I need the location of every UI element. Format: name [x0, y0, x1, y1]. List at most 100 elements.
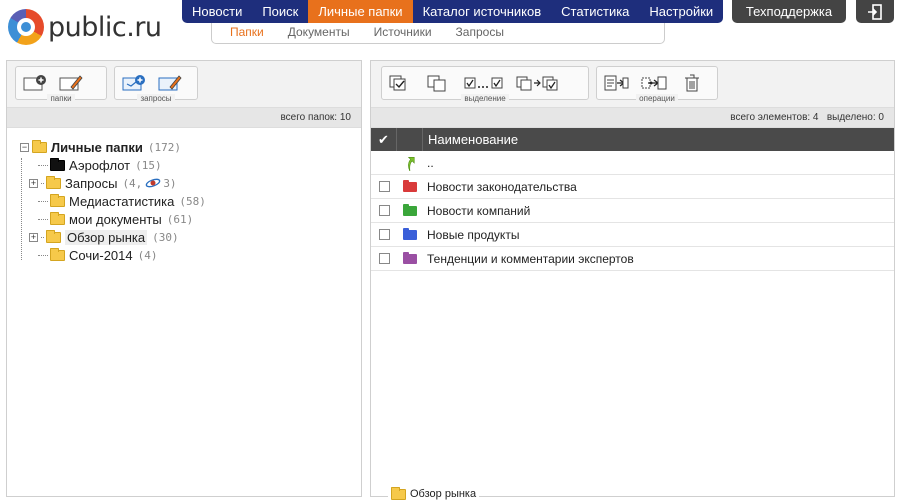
tree-item-count: (4)	[137, 248, 158, 262]
operations-group-label: операции	[636, 94, 678, 103]
folder-icon	[46, 175, 61, 189]
select-all-icon	[389, 75, 406, 91]
selection-group-label: выделение	[461, 94, 509, 103]
tree-item-label: мои документы	[69, 211, 162, 227]
folder-icon	[50, 193, 65, 207]
add-folder-icon	[23, 75, 46, 91]
copy-to-folder-button[interactable]	[603, 72, 629, 94]
tree-root-label: Личные папки	[51, 139, 143, 155]
add-query-button[interactable]	[121, 72, 147, 94]
row-label: Новости компаний	[427, 203, 531, 218]
subtab-folders[interactable]: Папки	[218, 23, 276, 43]
deselect-all-button[interactable]	[426, 72, 452, 94]
tree-item-label: Аэрофлот	[69, 157, 131, 173]
expand-icon[interactable]: +	[29, 178, 38, 188]
nav-search[interactable]: Поиск	[252, 0, 308, 23]
invert-selection-button[interactable]	[516, 72, 560, 94]
subtab-sources[interactable]: Источники	[362, 23, 444, 43]
add-folder-button[interactable]	[22, 72, 48, 94]
move-to-folder-icon	[641, 76, 667, 90]
folder-tree: − Личные папки (172) Аэрофлот (15) + Зап…	[7, 128, 361, 264]
folder-black-icon	[50, 157, 65, 171]
row-label: Тенденции и комментарии экспертов	[427, 251, 634, 266]
logo-icon	[8, 9, 44, 45]
nav-settings[interactable]: Настройки	[639, 0, 723, 23]
folders-panel: папки запросы всего папок: 10 − Личные п…	[6, 60, 362, 497]
grid-row[interactable]: Новости законодательства	[371, 175, 894, 199]
folder-icon	[50, 247, 65, 261]
queries-group-label: запросы	[137, 94, 175, 103]
contents-toolbar: выделение операции	[371, 61, 894, 108]
tree-item-label: Запросы	[65, 175, 118, 191]
grid-row[interactable]: Тенденции и комментарии экспертов	[371, 247, 894, 271]
current-folder-name: Обзор рынка	[410, 488, 477, 500]
deselect-all-icon	[427, 75, 446, 92]
tree-item-mediastat[interactable]: Медиастатистика (58)	[38, 192, 361, 210]
tree-item-count: (15)	[135, 158, 162, 172]
collapse-icon[interactable]: −	[20, 142, 29, 152]
blue-folder-icon	[403, 227, 417, 240]
up-arrow-icon	[407, 156, 415, 171]
nav-source-catalog[interactable]: Каталог источников	[413, 0, 552, 23]
expand-icon[interactable]: +	[29, 232, 38, 242]
folders-button-group: папки	[15, 66, 107, 103]
row-label: Новые продукты	[427, 227, 520, 242]
row-checkbox[interactable]	[378, 229, 390, 240]
row-checkbox[interactable]	[378, 253, 390, 264]
nav-news[interactable]: Новости	[182, 0, 252, 23]
tree-item-count: (30)	[152, 230, 179, 244]
nav-personal-folders[interactable]: Личные папки	[308, 0, 413, 23]
tree-item-count: (61)	[166, 212, 194, 226]
tree-item-count: (4,	[122, 176, 143, 190]
select-all-checkmark-icon[interactable]: ✔	[371, 128, 397, 151]
selection-button-group: выделение	[381, 66, 589, 103]
move-to-folder-button[interactable]	[641, 72, 667, 94]
logout-icon	[868, 3, 882, 20]
purple-folder-icon	[403, 251, 417, 264]
folders-group-label: папки	[47, 94, 75, 103]
logo[interactable]: public.ru	[8, 6, 162, 48]
folder-icon	[50, 211, 65, 225]
tree-item-aeroflot[interactable]: Аэрофлот (15)	[38, 156, 361, 174]
column-header-name[interactable]: Наименование	[423, 132, 518, 147]
edit-query-icon	[158, 75, 182, 91]
grid-row[interactable]: Новые продукты	[371, 223, 894, 247]
top-navigation: Новости Поиск Личные папки Каталог источ…	[182, 0, 724, 23]
tree-item-sochi[interactable]: Сочи-2014 (4)	[38, 246, 361, 264]
row-checkbox[interactable]	[378, 181, 390, 192]
grid-row[interactable]: Новости компаний	[371, 199, 894, 223]
green-folder-icon	[403, 203, 417, 216]
row-checkbox[interactable]	[378, 205, 390, 216]
select-all-button[interactable]	[388, 72, 414, 94]
tree-item-queries[interactable]: + Запросы (4, 3)	[29, 174, 361, 192]
tree-item-count-secondary: 3)	[163, 176, 177, 190]
queries-button-group: запросы	[114, 66, 198, 103]
support-button[interactable]: Техподдержка	[732, 0, 846, 23]
tree-item-my-documents[interactable]: мои документы (61)	[38, 210, 361, 228]
grid-row-up[interactable]: ..	[371, 151, 894, 175]
exit-button[interactable]	[856, 0, 894, 23]
edit-query-button[interactable]	[157, 72, 183, 94]
select-range-button[interactable]	[464, 72, 504, 94]
copy-to-folder-icon	[604, 75, 629, 91]
delete-button[interactable]	[679, 72, 705, 94]
tree-item-market-review[interactable]: + Обзор рынка (30)	[29, 228, 361, 246]
nav-statistics[interactable]: Статистика	[551, 0, 639, 23]
operations-button-group: операции	[596, 66, 718, 103]
tree-item-label: Сочи-2014	[69, 247, 133, 263]
tree-root[interactable]: − Личные папки (172)	[20, 138, 361, 156]
logo-text: public.ru	[48, 11, 162, 43]
folder-icon	[32, 139, 47, 153]
tree-root-count: (172)	[147, 140, 182, 154]
row-label: Новости законодательства	[427, 179, 577, 194]
tree-item-count: (58)	[179, 194, 206, 208]
tree-item-label: Медиастатистика	[69, 193, 175, 209]
contents-panel: выделение операции всего элементов: 4 вы…	[370, 60, 895, 497]
tree-item-label: Обзор рынка	[65, 229, 148, 245]
edit-folder-button[interactable]	[58, 72, 84, 94]
up-label: ..	[427, 155, 434, 170]
subtab-queries[interactable]: Запросы	[444, 23, 516, 43]
satellite-icon	[146, 178, 161, 188]
subtab-documents[interactable]: Документы	[276, 23, 362, 43]
invert-selection-icon	[516, 76, 558, 91]
